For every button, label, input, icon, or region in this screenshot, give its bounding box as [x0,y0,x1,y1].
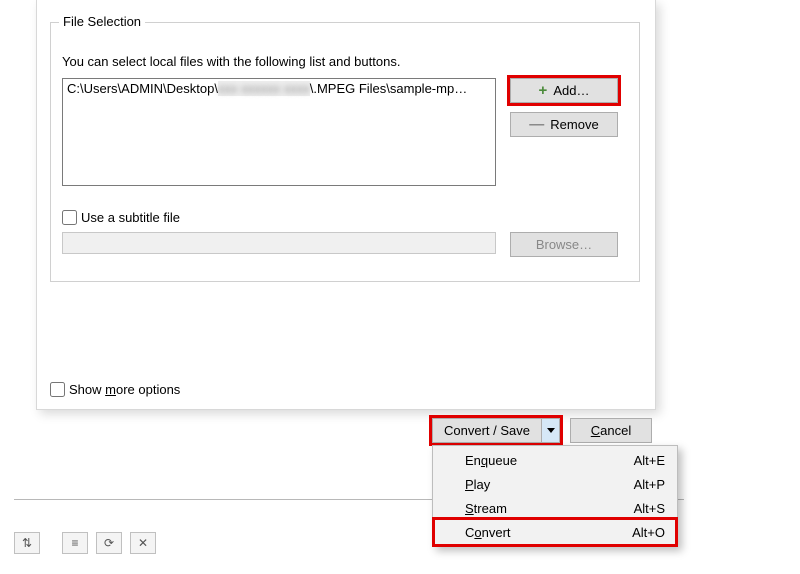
menu-item-play[interactable]: Play Alt+P [435,472,675,496]
cancel-button[interactable]: Cancel [570,418,652,443]
file-list[interactable]: C:\Users\ADMIN\Desktop\xxx xxxxxx xxxx\.… [62,78,496,186]
show-more-options-label: Show more options [69,382,180,397]
toolbar-button-1[interactable]: ⇅ [14,532,40,554]
add-button-label: Add… [553,83,589,98]
convert-save-button[interactable]: Convert / Save [432,418,560,443]
file-path-suffix: \.MPEG Files\sample-mp… [310,81,467,96]
chevron-down-icon [547,428,555,433]
show-more-options-row[interactable]: Show more options [50,382,180,397]
menu-item-enqueue[interactable]: Enqueue Alt+E [435,448,675,472]
cancel-button-label: Cancel [591,423,631,438]
convert-save-label: Convert / Save [433,423,541,438]
show-more-options-checkbox[interactable] [50,382,65,397]
plus-icon: + [539,83,548,98]
minus-icon: — [529,117,544,132]
menu-item-shortcut: Alt+O [632,525,665,540]
subtitle-checkbox-row[interactable]: Use a subtitle file [62,210,180,225]
add-button[interactable]: + Add… [510,78,618,103]
menu-item-label: Enqueue [465,453,634,468]
convert-save-dropdown-toggle[interactable] [541,419,559,442]
bottom-toolbar: ⇅ ≡ ⟳ ✕ [14,528,156,558]
convert-save-menu: Enqueue Alt+E Play Alt+P Stream Alt+S Co… [432,445,678,547]
menu-item-label: Play [465,477,634,492]
file-selection-hint: You can select local files with the foll… [62,54,400,69]
remove-button[interactable]: — Remove [510,112,618,137]
menu-item-stream[interactable]: Stream Alt+S [435,496,675,520]
subtitle-path-input [62,232,496,254]
file-path-blurred: xxx xxxxxx xxxx [218,81,310,96]
menu-item-label: Convert [465,525,632,540]
menu-item-label: Stream [465,501,634,516]
toolbar-button-3[interactable]: ⟳ [96,532,122,554]
menu-item-shortcut: Alt+E [634,453,665,468]
menu-item-shortcut: Alt+S [634,501,665,516]
menu-item-convert[interactable]: Convert Alt+O [435,520,675,544]
browse-button-label: Browse… [536,237,592,252]
file-path-prefix: C:\Users\ADMIN\Desktop\ [67,81,218,96]
subtitle-label: Use a subtitle file [81,210,180,225]
menu-item-shortcut: Alt+P [634,477,665,492]
subtitle-checkbox[interactable] [62,210,77,225]
toolbar-button-2[interactable]: ≡ [62,532,88,554]
group-title: File Selection [59,14,145,29]
toolbar-button-4[interactable]: ✕ [130,532,156,554]
remove-button-label: Remove [550,117,598,132]
browse-button: Browse… [510,232,618,257]
